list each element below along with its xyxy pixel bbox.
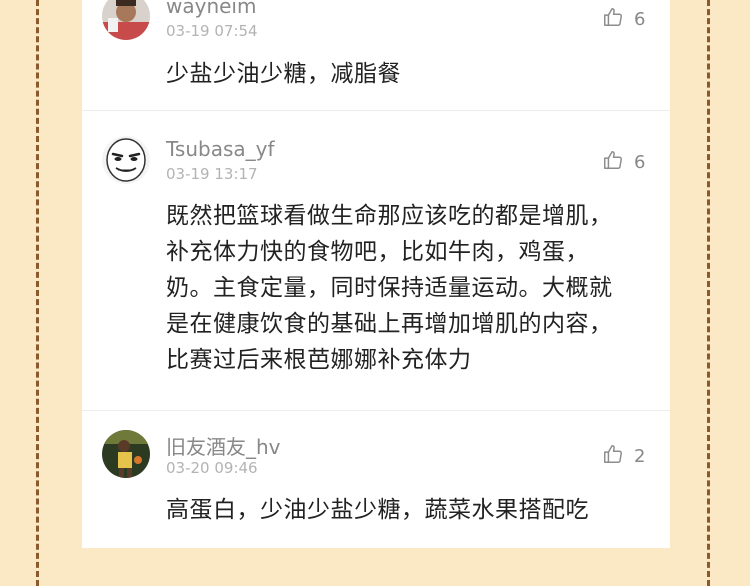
comment-time: 03-19 07:54 [166,22,258,40]
comment-text: 少盐少油少糖，减脂餐 [166,56,636,92]
comment-time: 03-19 13:17 [166,165,258,183]
comment-username[interactable]: wayneim [166,0,256,18]
comment-time: 03-20 09:46 [166,459,258,477]
thumbs-up-icon [602,149,624,175]
avatar[interactable] [102,136,150,184]
avatar[interactable] [102,0,150,40]
comment-text-line: 补充体力快的食物吧，比如牛肉，鸡蛋， [166,239,589,265]
comment-text-line: 既然把篮球看做生命那应该吃的都是增肌， [166,203,613,229]
like-count: 2 [634,445,646,467]
like-count: 6 [634,8,646,30]
comment-list: wayneim 03-19 07:54 6 少盐少油少糖，减脂餐 Tsubasa… [82,0,670,548]
comment-text-line: 少盐少油少糖，减脂餐 [166,61,401,87]
divider [82,410,670,411]
comment-username[interactable]: 旧友酒友_hv [166,431,281,460]
comment-username[interactable]: Tsubasa_yf [166,137,275,161]
like-count: 6 [634,151,646,173]
left-dashed-border [36,0,39,586]
like-button[interactable]: 6 [602,149,645,175]
comment-text: 高蛋白，少油少盐少糖，蔬菜水果搭配吃 [166,492,636,528]
avatar[interactable] [102,430,150,478]
thumbs-up-icon [602,6,624,32]
comment-text-line: 奶。主食定量，同时保持适量运动。大概就 [166,275,613,301]
right-dashed-border [707,0,710,586]
like-button[interactable]: 6 [602,6,645,32]
comment-text: 既然把篮球看做生命那应该吃的都是增肌， 补充体力快的食物吧，比如牛肉，鸡蛋， 奶… [166,198,636,378]
comment-text-line: 高蛋白，少油少盐少糖，蔬菜水果搭配吃 [166,497,589,523]
comment-text-line: 比赛过后来根芭娜娜补充体力 [166,347,472,373]
divider [82,110,670,111]
thumbs-up-icon [602,443,624,469]
comment-text-line: 是在健康饮食的基础上再增加增肌的内容， [166,311,613,337]
like-button[interactable]: 2 [602,443,645,469]
